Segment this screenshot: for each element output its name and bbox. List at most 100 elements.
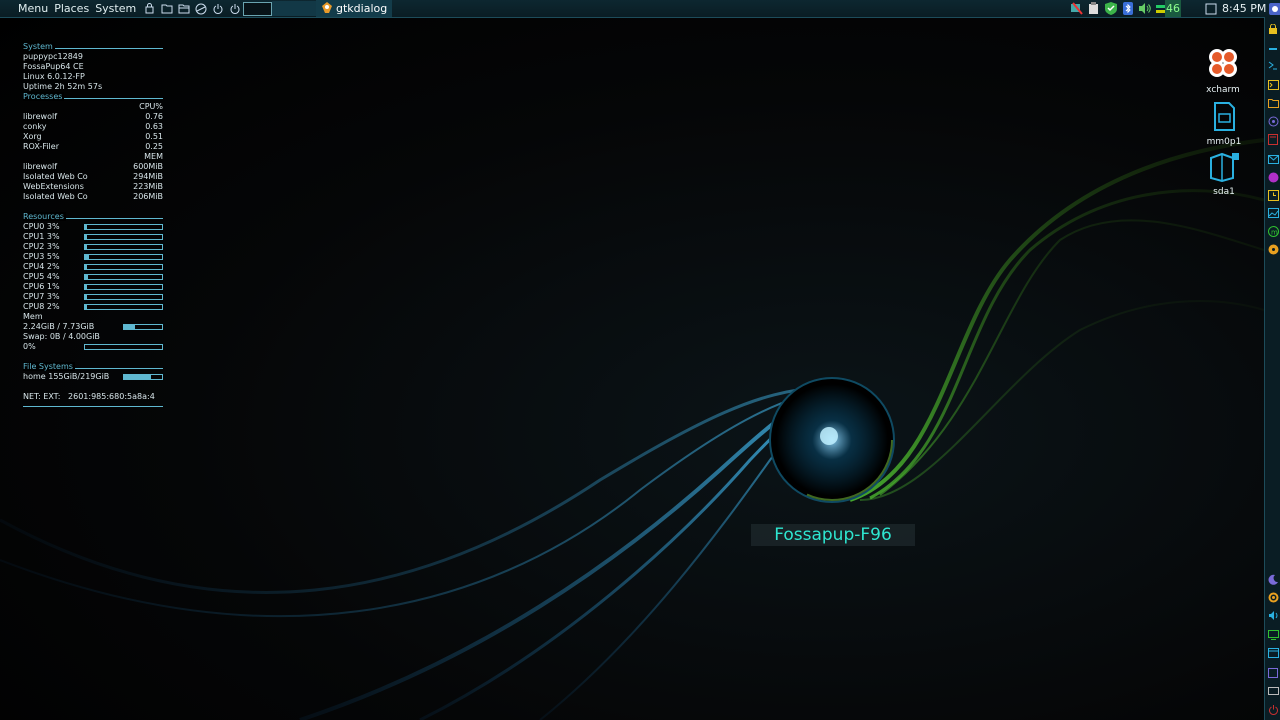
process-mem-row: librewolf 600MiB	[23, 162, 163, 171]
section-header-system: System	[23, 42, 163, 52]
cpu-usage-bar	[84, 264, 163, 270]
cpu-label: CPU8 2%	[23, 302, 60, 311]
clock[interactable]: 8:45 PM	[1222, 0, 1266, 17]
volume-icon[interactable]	[1138, 2, 1151, 15]
cpu-usage-bar	[84, 304, 163, 310]
cpu-usage-row: CPU1 3%	[23, 232, 163, 242]
cpu-label: CPU1 3%	[23, 232, 60, 241]
cpu-label: CPU7 3%	[23, 292, 60, 301]
file-manager-icon[interactable]	[160, 2, 173, 15]
menu-button[interactable]: Menu	[15, 0, 51, 17]
process-mem-row: Isolated Web Co 206MiB	[23, 192, 163, 201]
process-row: Xorg 0.51	[23, 132, 163, 141]
square-icon[interactable]	[1267, 667, 1279, 679]
cpu-usage-bar	[84, 234, 163, 240]
power-icon[interactable]	[211, 2, 224, 15]
lock-icon[interactable]	[1267, 23, 1279, 35]
console-icon[interactable]	[1267, 79, 1279, 91]
cpu-label: CPU4 2%	[23, 262, 60, 271]
desktop-icon-xcharm[interactable]: xcharm	[1193, 46, 1253, 95]
puppy-settings-icon[interactable]	[1268, 2, 1280, 15]
section-header-resources: Resources	[23, 212, 163, 222]
music-icon[interactable]	[1267, 171, 1279, 183]
cpu-label: CPU2 3%	[23, 242, 60, 251]
network-offline-icon[interactable]	[1070, 2, 1083, 15]
cpu-usage-row: CPU4 2%	[23, 262, 163, 272]
conky-monitor: System puppypc12849 FossaPup64 CE Linux …	[23, 42, 163, 407]
media-player-icon[interactable]: m	[1267, 225, 1279, 237]
mem-label: Mem	[23, 312, 43, 321]
desktop-caption: Fossapup-F96	[751, 524, 915, 546]
desktop-icon-mm0p1[interactable]: mm0p1	[1194, 102, 1254, 147]
places-menu-button[interactable]: Places	[51, 0, 92, 17]
process-mem-row: Isolated Web Co 294MiB	[23, 172, 163, 181]
settings-gear-icon[interactable]	[1267, 591, 1279, 603]
monitor-icon[interactable]	[1267, 629, 1279, 641]
folder-icon[interactable]	[1267, 97, 1279, 109]
puzzle-icon[interactable]	[1267, 115, 1279, 127]
puppy-app-icon	[322, 1, 332, 16]
cpu-usage-bar	[84, 224, 163, 230]
uptime: Uptime 2h 52m 57s	[23, 82, 103, 91]
cpu-usage-row: CPU2 3%	[23, 242, 163, 252]
minus-icon[interactable]	[1267, 43, 1279, 55]
moon-icon[interactable]	[1267, 573, 1279, 585]
cpu-usage-row: CPU6 1%	[23, 282, 163, 292]
system-tray	[1066, 0, 1168, 17]
cpu-label: CPU5 4%	[23, 272, 60, 281]
kernel-version: Linux 6.0.12-FP	[23, 72, 85, 81]
desktop[interactable]: Menu Places System gtkdialog 46 8:45 PM …	[0, 0, 1280, 720]
bluetooth-icon[interactable]	[1121, 2, 1134, 15]
system-menu-button[interactable]: System	[92, 0, 139, 17]
cpu-label: CPU6 1%	[23, 282, 60, 291]
browser-icon[interactable]	[194, 2, 207, 15]
right-dock: m	[1264, 17, 1280, 720]
taskbar-window-gtkdialog[interactable]: gtkdialog	[316, 0, 392, 17]
cpu-label: CPU3 5%	[23, 252, 60, 261]
clipboard-icon[interactable]	[1087, 2, 1100, 15]
swap-usage-row: 0%	[23, 342, 163, 352]
swap-usage-bar	[84, 344, 163, 350]
exit-power-icon[interactable]	[1267, 703, 1279, 715]
speaker-icon[interactable]	[1267, 609, 1279, 621]
process-row: ROX-Filer 0.25	[23, 142, 163, 151]
cpu-usage-row: CPU3 5%	[23, 252, 163, 262]
cpu-usage-bar	[84, 274, 163, 280]
wallpaper-swirl	[0, 138, 1265, 720]
home-fs-bar	[123, 374, 163, 380]
mail-icon[interactable]	[1267, 153, 1279, 165]
hostname: puppypc12849	[23, 52, 83, 61]
image-viewer-icon[interactable]	[1267, 207, 1279, 219]
cpu-usage-row: CPU8 2%	[23, 302, 163, 312]
distro-name: FossaPup64 CE	[23, 62, 84, 71]
disc-icon[interactable]	[1267, 243, 1279, 255]
cpu-usage-row: CPU0 3%	[23, 222, 163, 232]
process-mem-row: WebExtensions 223MiB	[23, 182, 163, 191]
show-desktop-icon[interactable]	[1204, 2, 1217, 15]
calculator-icon[interactable]	[1267, 133, 1279, 145]
desktop-icon-sda1[interactable]: sda1	[1194, 152, 1254, 197]
xcharm-icon	[1209, 49, 1237, 77]
net-address: NET: EXT: 2601:985:680:5a8a:4	[23, 392, 155, 401]
cpu-usage-bar	[84, 244, 163, 250]
firewall-shield-icon[interactable]	[1104, 2, 1117, 15]
cpu-usage-badge[interactable]: 46	[1165, 0, 1181, 17]
window-icon[interactable]	[1267, 647, 1279, 659]
task-title: gtkdialog	[336, 2, 388, 15]
workspace-pager-1[interactable]	[243, 1, 273, 16]
cpu-usage-bar	[84, 254, 163, 260]
keyboard-icon[interactable]	[1267, 685, 1279, 697]
folder-icon[interactable]	[177, 2, 190, 15]
cpu-usage-bar	[84, 284, 163, 290]
clock-app-icon[interactable]	[1267, 189, 1279, 201]
terminal-icon[interactable]	[1267, 59, 1279, 71]
cpu-column-label: CPU%	[139, 102, 163, 111]
cpu-usage-bar	[84, 294, 163, 300]
shutdown-icon[interactable]	[228, 2, 241, 15]
cpu-usage-row: CPU7 3%	[23, 292, 163, 302]
svg-text:m: m	[1271, 228, 1278, 236]
process-row: librewolf 0.76	[23, 112, 163, 121]
section-header-filesystems: File Systems	[23, 362, 163, 372]
home-fs-row: home 155GiB/219GiB	[23, 372, 163, 382]
lock-screen-icon[interactable]	[143, 2, 156, 15]
